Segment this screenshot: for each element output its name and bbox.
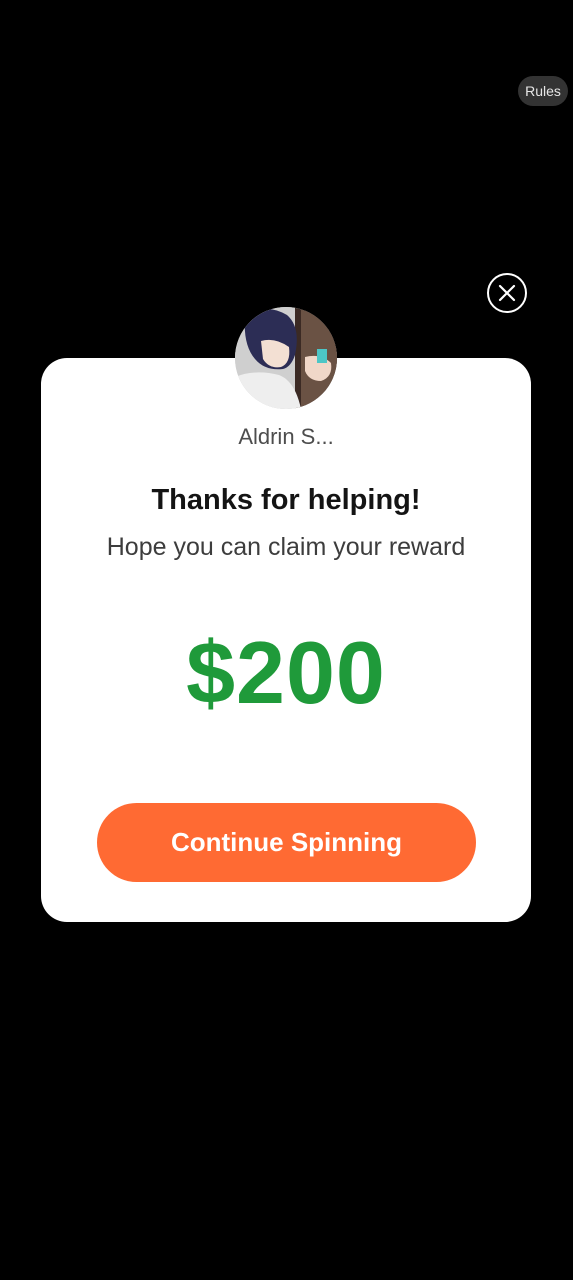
continue-spinning-button[interactable]: Continue Spinning: [97, 803, 476, 882]
screen: Rules Aldrin S... Thanks for helping! Ho…: [0, 0, 573, 1280]
reward-amount: $200: [186, 623, 386, 722]
close-icon: [498, 284, 516, 302]
username: Aldrin S...: [238, 424, 334, 449]
close-button[interactable]: [487, 273, 527, 313]
dialog-subtitle: Hope you can claim your reward: [106, 533, 466, 561]
dialog-title: Thanks for helping!: [151, 484, 421, 516]
rules-button[interactable]: Rules: [518, 76, 568, 106]
avatar: [235, 307, 337, 409]
avatar-image: [235, 307, 337, 409]
